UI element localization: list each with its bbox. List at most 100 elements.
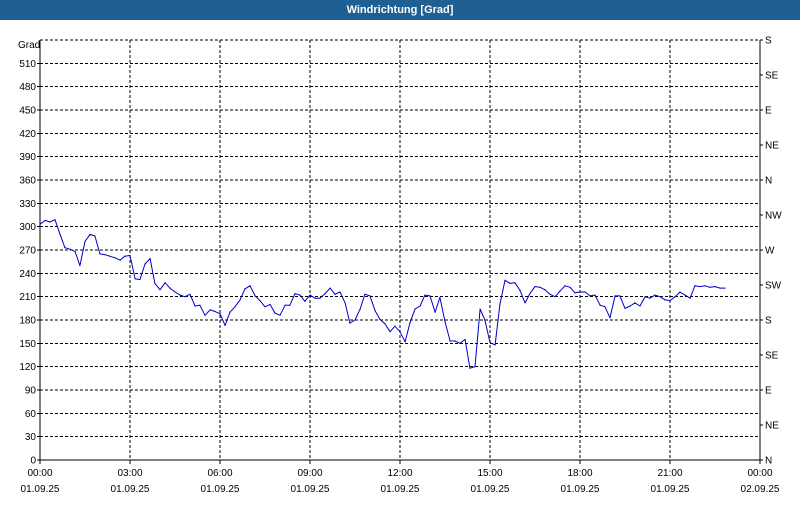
data-point <box>404 341 406 343</box>
data-point <box>384 323 386 325</box>
data-point <box>454 340 456 342</box>
data-point <box>199 304 201 306</box>
data-point <box>629 305 631 307</box>
data-point <box>359 308 361 310</box>
data-point <box>459 342 461 344</box>
data-point <box>449 340 451 342</box>
data-point <box>694 285 696 287</box>
x-tick-time-label: 03:00 <box>117 468 142 479</box>
x-tick-date-label: 01.09.25 <box>291 484 330 495</box>
data-point <box>429 295 431 297</box>
data-point <box>474 366 476 368</box>
data-point <box>609 317 611 319</box>
data-point <box>39 223 41 225</box>
data-point <box>444 320 446 323</box>
data-point <box>284 304 286 306</box>
data-point <box>154 282 156 285</box>
data-point <box>724 287 726 289</box>
y2-tick-label: E <box>765 106 772 117</box>
y2-tick-label: S <box>765 36 772 47</box>
data-point <box>569 286 571 288</box>
data-point <box>659 296 661 298</box>
data-point <box>414 308 416 310</box>
data-point <box>494 344 496 346</box>
data-point <box>224 324 226 327</box>
data-point <box>159 289 161 291</box>
data-point <box>704 285 706 287</box>
data-point <box>164 282 166 284</box>
x-tick-time-label: 15:00 <box>477 468 502 479</box>
data-point <box>229 311 231 313</box>
data-point <box>509 282 511 285</box>
data-point <box>219 313 221 315</box>
data-point <box>364 293 366 295</box>
data-point <box>424 294 426 296</box>
data-point <box>109 255 111 257</box>
data-point <box>389 331 391 333</box>
tick-labels: 0 30 60 90 120 150 180 210 240 270 300 330 360 390 420… <box>19 36 782 496</box>
series-line <box>39 219 725 369</box>
data-point <box>79 264 81 267</box>
data-point <box>394 325 396 327</box>
data-point <box>309 294 311 296</box>
line-chart[interactable]: 0 30 60 90 120 150 180 210 240 270 300 330 360 390 420… <box>0 20 800 500</box>
x-tick-time-label: 09:00 <box>297 468 322 479</box>
data-point <box>439 296 441 299</box>
data-point <box>699 285 701 288</box>
data-point <box>314 297 316 299</box>
y2-tick-label: N <box>765 176 772 187</box>
y-tick-label: 330 <box>19 199 36 210</box>
y-tick-label: 120 <box>19 362 36 373</box>
data-point <box>69 248 71 250</box>
x-tick-date-label: 01.09.25 <box>471 484 510 495</box>
y2-tick-label: W <box>765 246 775 257</box>
data-point <box>84 240 86 243</box>
data-point <box>539 286 541 288</box>
data-point <box>599 304 601 306</box>
y-tick-label: 90 <box>25 386 37 397</box>
data-point <box>234 306 236 308</box>
x-tick-date-label: 01.09.25 <box>381 484 420 495</box>
data-point <box>674 296 676 298</box>
data-point <box>369 295 371 297</box>
data-point <box>669 299 671 302</box>
data-point <box>114 257 116 259</box>
data-point <box>434 311 436 313</box>
data-point <box>544 289 546 291</box>
data-point <box>129 254 131 257</box>
x-tick-time-label: 21:00 <box>657 468 682 479</box>
y2-tick-label: SW <box>765 281 782 292</box>
data-point <box>239 299 241 301</box>
data-point <box>589 295 591 297</box>
data-point <box>679 291 681 293</box>
data-point <box>279 314 281 316</box>
data-point <box>524 302 526 304</box>
data-point <box>504 279 506 281</box>
series-layer <box>39 219 726 369</box>
y-tick-label: 0 <box>30 456 36 467</box>
x-tick-time-label: 12:00 <box>387 468 412 479</box>
data-point <box>639 305 641 307</box>
data-point <box>149 257 151 260</box>
data-point <box>144 263 146 265</box>
data-point <box>124 255 126 257</box>
y-tick-label: 150 <box>19 339 36 350</box>
data-point <box>74 250 76 253</box>
data-point <box>339 291 341 293</box>
data-point <box>399 331 401 333</box>
data-point <box>344 302 346 304</box>
data-point <box>349 322 351 324</box>
data-point <box>329 287 331 289</box>
x-tick-date-label: 01.09.25 <box>111 484 150 495</box>
x-tick-time-label: 00:00 <box>747 468 772 479</box>
x-tick-time-label: 00:00 <box>27 468 52 479</box>
data-point <box>189 293 191 295</box>
data-point <box>709 286 711 288</box>
y-tick-label: 360 <box>19 176 36 187</box>
data-point <box>649 297 651 299</box>
data-point <box>584 291 586 293</box>
y-tick-label: 390 <box>19 152 36 163</box>
data-point <box>664 299 666 301</box>
data-point <box>619 295 621 297</box>
data-point <box>249 285 251 287</box>
